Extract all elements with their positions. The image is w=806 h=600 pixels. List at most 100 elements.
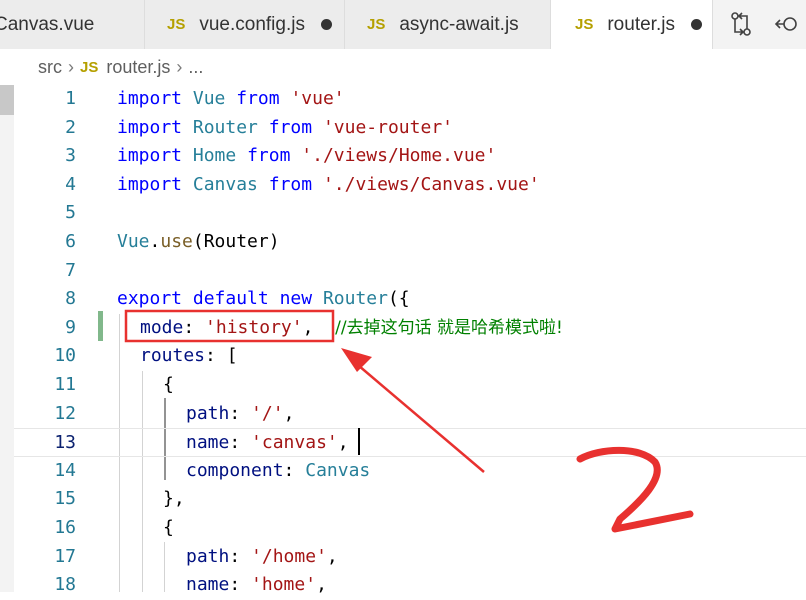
- line-number: 6: [65, 231, 76, 252]
- keyword-token: from: [247, 145, 291, 167]
- punctuation-token: },: [163, 488, 185, 510]
- line-number: 9: [65, 316, 76, 338]
- compare-changes-icon[interactable]: [728, 10, 754, 38]
- punctuation-token: (Router): [192, 231, 280, 252]
- property-token: component: [186, 459, 284, 481]
- identifier-token: Vue: [117, 231, 150, 252]
- open-changes-icon[interactable]: [774, 10, 806, 38]
- breadcrumb-more[interactable]: ...: [188, 57, 203, 78]
- identifier-token: Canvas: [192, 173, 258, 195]
- js-file-icon: JS: [80, 58, 99, 76]
- code-line: 2 import Router from 'vue-router': [14, 114, 806, 143]
- breadcrumb-folder[interactable]: src: [38, 57, 62, 78]
- line-number: 5: [65, 202, 76, 224]
- punctuation-token: : [: [205, 345, 238, 367]
- line-number: 1: [65, 88, 76, 109]
- punctuation-token: ,: [302, 316, 314, 338]
- unsaved-dot-icon[interactable]: [690, 19, 702, 30]
- code-line: 4 import Canvas from './views/Canvas.vue…: [14, 171, 806, 200]
- line-number: 13: [54, 432, 76, 454]
- code-line: 3 import Home from './views/Home.vue': [14, 142, 806, 171]
- identifier-token: Vue: [192, 88, 226, 109]
- code-line: 18 name: 'home',: [14, 571, 806, 600]
- comment-token: //去掉这句话 就是哈希模式啦!: [335, 317, 563, 338]
- punctuation-token: :: [229, 574, 252, 596]
- code-line-current: 13 name: 'canvas',: [14, 428, 806, 457]
- string-token: '/': [251, 402, 284, 424]
- identifier-token: Home: [192, 145, 237, 167]
- string-token: '/home': [251, 545, 327, 567]
- property-token: routes: [140, 345, 206, 367]
- line-number: 15: [54, 488, 76, 510]
- punctuation-token: :: [229, 402, 252, 424]
- keyword-token: new: [279, 288, 313, 310]
- keyword-token: from: [268, 116, 313, 138]
- punctuation-token: .: [149, 231, 161, 252]
- code-line: 1 import Vue from 'vue': [14, 85, 806, 114]
- code-line: 8 export default new Router({: [14, 285, 806, 314]
- punctuation-token: ,: [316, 574, 327, 596]
- string-token: 'history': [205, 316, 303, 338]
- punctuation-token: ,: [337, 432, 349, 454]
- code-line: 5: [14, 199, 806, 228]
- code-line: 11 {: [14, 371, 806, 400]
- tab-async-await-js[interactable]: JS async-await.js: [345, 0, 551, 49]
- line-number: 11: [54, 374, 76, 395]
- line-number: 8: [65, 288, 76, 310]
- punctuation-token: ,: [283, 402, 295, 424]
- string-token: './views/Home.vue': [301, 145, 497, 167]
- punctuation-token: {: [163, 374, 174, 395]
- code-line: 12 path: '/',: [14, 400, 806, 429]
- keyword-token: import: [117, 145, 183, 167]
- punctuation-token: :: [229, 545, 252, 567]
- code-line: 15 },: [14, 485, 806, 514]
- identifier-token: Router: [322, 288, 388, 310]
- line-number: 2: [65, 116, 76, 138]
- line-number: 7: [65, 259, 76, 281]
- code-line: 7: [14, 257, 806, 286]
- unsaved-dot-icon[interactable]: [320, 19, 332, 30]
- overview-scrollbar[interactable]: [0, 85, 14, 592]
- property-token: name: [186, 432, 230, 454]
- js-file-icon: JS: [167, 16, 186, 33]
- punctuation-token: :: [283, 459, 306, 481]
- identifier-token: Canvas: [305, 459, 371, 481]
- code-editor[interactable]: 1 import Vue from 'vue' 2 import Router …: [14, 85, 806, 595]
- tab-router-js[interactable]: JS router.js: [551, 0, 713, 49]
- line-number: 12: [54, 402, 76, 424]
- punctuation-token: :: [229, 432, 252, 454]
- code-line: 16 {: [14, 514, 806, 543]
- breadcrumb-file[interactable]: router.js: [106, 57, 170, 78]
- punctuation-token: ,: [326, 545, 338, 567]
- chevron-right-icon: ›: [176, 56, 183, 77]
- keyword-token: import: [117, 116, 183, 138]
- tab-label: router.js: [607, 13, 675, 35]
- tab-label: vue.config.js: [199, 13, 305, 35]
- line-number: 16: [54, 517, 76, 538]
- string-token: './views/Canvas.vue': [322, 173, 540, 195]
- string-token: 'canvas': [251, 432, 338, 454]
- line-number: 4: [65, 173, 76, 195]
- string-token: 'vue': [290, 88, 345, 109]
- property-token: mode: [140, 316, 184, 338]
- keyword-token: from: [268, 173, 313, 195]
- punctuation-token: {: [163, 517, 174, 538]
- js-file-icon: JS: [575, 16, 594, 33]
- property-token: path: [186, 545, 230, 567]
- punctuation-token: ({: [387, 288, 410, 310]
- tab-canvas-vue[interactable]: Canvas.vue: [0, 0, 145, 49]
- keyword-token: export: [117, 288, 183, 310]
- keyword-token: from: [236, 88, 280, 109]
- code-line: 10 routes: [: [14, 342, 806, 371]
- tab-label: async-await.js: [399, 13, 519, 35]
- tab-vue-config-js[interactable]: JS vue.config.js: [145, 0, 345, 49]
- scrollbar-thumb[interactable]: [0, 85, 14, 115]
- line-number: 10: [54, 345, 76, 367]
- string-token: 'vue-router': [322, 116, 453, 138]
- keyword-token: default: [192, 288, 269, 310]
- text-cursor: [358, 428, 360, 455]
- code-line: 6 Vue.use(Router): [14, 228, 806, 257]
- code-line: 17 path: '/home',: [14, 543, 806, 572]
- punctuation-token: :: [183, 316, 206, 338]
- property-token: name: [186, 574, 230, 596]
